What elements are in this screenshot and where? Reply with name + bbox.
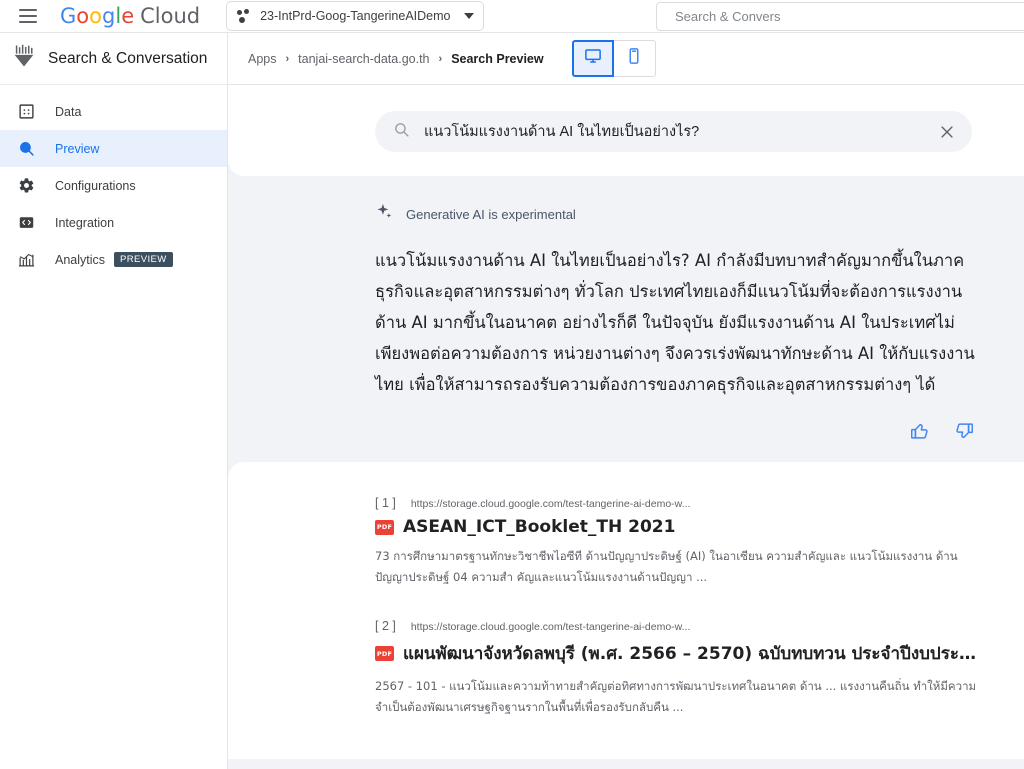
thumbs-up-icon[interactable] xyxy=(909,420,931,442)
mobile-phone-icon xyxy=(625,47,643,70)
sidebar-item-label: Configurations xyxy=(55,178,136,193)
result-url[interactable]: https://storage.cloud.google.com/test-ta… xyxy=(411,621,691,633)
search-icon xyxy=(14,140,38,157)
close-icon[interactable] xyxy=(938,123,956,141)
ai-answer-section: Generative AI is experimental แนวโน้มแรง… xyxy=(228,176,1024,442)
result-title-row[interactable]: PDF แผนพัฒนาจังหวัดลพบุรี (พ.ศ. 2566 – 2… xyxy=(375,640,980,667)
google-cloud-logo-word: Cloud xyxy=(140,4,201,28)
sparkle-icon xyxy=(375,202,394,226)
sidebar: Search & Conversation Data Preview Confi… xyxy=(0,33,228,769)
project-selector[interactable]: 23-IntPrd-Goog-TangerineAIDemo xyxy=(226,1,485,31)
project-dots-icon xyxy=(237,9,251,23)
search-results-card: [ 1 ] https://storage.cloud.google.com/t… xyxy=(228,462,1024,759)
sidebar-nav-list: Data Preview Configurations Integration … xyxy=(0,85,227,278)
thumbs-down-icon[interactable] xyxy=(953,420,975,442)
breadcrumb-bar: Apps › tanjai-search-data.go.th › Search… xyxy=(228,33,1024,85)
sidebar-header: Search & Conversation xyxy=(0,33,227,85)
sidebar-item-data[interactable]: Data xyxy=(0,93,227,130)
search-result-item[interactable]: [ 2 ] https://storage.cloud.google.com/t… xyxy=(375,619,980,718)
breadcrumb-item-apps[interactable]: Apps xyxy=(248,52,277,66)
result-snippet: 2567 - 101 - แนวโน้มและความท้าทายสำคัญต่… xyxy=(375,679,977,714)
breadcrumb-item-current: Search Preview xyxy=(451,51,544,66)
result-title[interactable]: แผนพัฒนาจังหวัดลพบุรี (พ.ศ. 2566 – 2570)… xyxy=(403,640,980,667)
search-query-text: แนวโน้มแรงงานด้าน AI ในไทยเป็นอย่างไร? xyxy=(424,124,700,140)
project-name: 23-IntPrd-Goog-TangerineAIDemo xyxy=(260,9,451,23)
result-source-row: [ 1 ] https://storage.cloud.google.com/t… xyxy=(375,496,980,510)
sidebar-item-label: Integration xyxy=(55,215,115,230)
top-app-bar: Google Cloud 23-IntPrd-Goog-TangerineAIDe… xyxy=(0,0,1024,33)
main-content: Apps › tanjai-search-data.go.th › Search… xyxy=(228,33,1024,769)
pdf-file-icon: PDF xyxy=(375,646,394,661)
result-snippet: 73 การศึกษามาตรฐานทักษะวิชาชีพไอซีที ด้า… xyxy=(375,549,958,584)
global-search-placeholder: Search & Convers xyxy=(675,9,781,24)
search-card: แนวโน้มแรงงานด้าน AI ในไทยเป็นอย่างไร? xyxy=(228,85,1024,176)
analytics-chart-icon xyxy=(14,251,38,268)
desktop-monitor-icon xyxy=(584,47,602,70)
pdf-file-icon: PDF xyxy=(375,519,394,535)
view-mode-toggle xyxy=(571,40,656,77)
sidebar-item-label: Analytics xyxy=(55,252,106,267)
data-grid-icon xyxy=(14,103,38,120)
result-title[interactable]: ASEAN_ICT_Booklet_TH 2021 xyxy=(403,517,675,537)
status-badge-preview: PREVIEW xyxy=(114,252,173,267)
search-conversation-icon xyxy=(10,42,38,75)
desktop-view-button[interactable] xyxy=(571,40,614,77)
gear-icon xyxy=(14,177,38,194)
generative-ai-disclaimer-text: Generative AI is experimental xyxy=(406,206,576,222)
result-citation-index: [ 2 ] xyxy=(375,619,396,633)
result-source-row: [ 2 ] https://storage.cloud.google.com/t… xyxy=(375,619,980,633)
sidebar-item-configurations[interactable]: Configurations xyxy=(0,167,227,204)
sidebar-item-preview[interactable]: Preview xyxy=(0,130,227,167)
hamburger-menu-icon[interactable] xyxy=(8,0,48,33)
global-search-input[interactable]: Search & Convers xyxy=(656,2,1024,31)
google-cloud-logo[interactable]: Google Cloud xyxy=(60,4,200,28)
sidebar-item-label: Data xyxy=(55,104,82,119)
result-citation-index: [ 1 ] xyxy=(375,496,396,510)
code-brackets-icon xyxy=(14,214,38,231)
search-result-item[interactable]: [ 1 ] https://storage.cloud.google.com/t… xyxy=(375,496,980,588)
breadcrumb-separator-icon: › xyxy=(438,52,443,65)
breadcrumb-item-app-id[interactable]: tanjai-search-data.go.th xyxy=(298,52,429,66)
search-query-box[interactable]: แนวโน้มแรงงานด้าน AI ในไทยเป็นอย่างไร? xyxy=(375,111,972,152)
answer-feedback-controls xyxy=(375,420,975,442)
sidebar-item-integration[interactable]: Integration xyxy=(0,204,227,241)
result-title-row[interactable]: PDF ASEAN_ICT_Booklet_TH 2021 xyxy=(375,517,980,537)
generative-ai-disclaimer-row: Generative AI is experimental xyxy=(375,202,1024,226)
chevron-down-icon xyxy=(464,13,475,19)
ai-answer-text: แนวโน้มแรงงานด้าน AI ในไทยเป็นอย่างไร? A… xyxy=(375,251,975,394)
sidebar-item-label: Preview xyxy=(55,141,100,156)
breadcrumb-separator-icon: › xyxy=(285,52,290,65)
search-icon xyxy=(393,121,410,143)
sidebar-product-title: Search & Conversation xyxy=(48,49,208,67)
mobile-view-button[interactable] xyxy=(613,40,656,77)
sidebar-item-analytics[interactable]: Analytics PREVIEW xyxy=(0,241,227,278)
result-url[interactable]: https://storage.cloud.google.com/test-ta… xyxy=(411,498,691,510)
